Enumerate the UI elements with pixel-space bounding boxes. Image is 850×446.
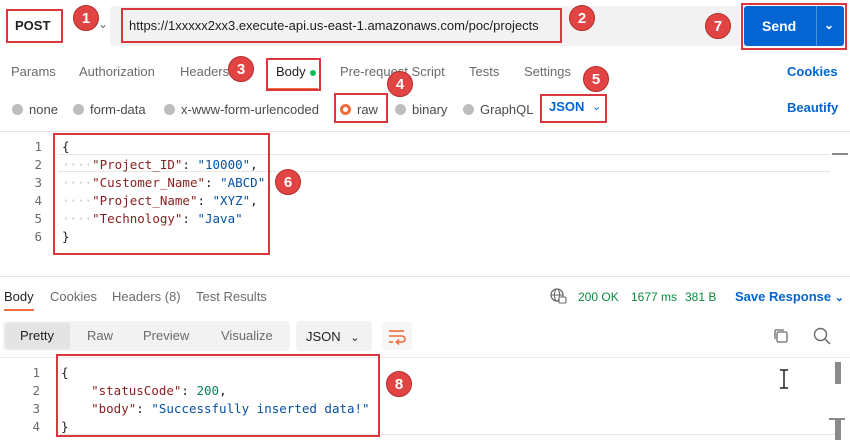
- chevron-down-icon[interactable]: ⌄: [98, 17, 108, 31]
- editor-border: [0, 276, 850, 277]
- annotation-badge: 6: [275, 169, 301, 195]
- radio-x-www-form-urlencoded[interactable]: x-www-form-urlencoded: [164, 100, 319, 118]
- chevron-down-icon: ⌄: [834, 292, 844, 304]
- line-number: 5: [34, 211, 42, 226]
- search-icon[interactable]: [812, 326, 832, 349]
- radio-label: form-data: [90, 101, 146, 117]
- highlight-json: [540, 94, 607, 123]
- line-number: 1: [32, 365, 40, 380]
- wrap-lines-icon: [389, 330, 406, 346]
- radio-circle: [12, 103, 23, 115]
- text-cursor-icon: [777, 369, 791, 392]
- line-number: 2: [34, 157, 42, 172]
- response-format-select[interactable]: JSON ⌄: [296, 321, 372, 351]
- tab-authorization[interactable]: Authorization: [79, 64, 155, 79]
- line-number: 4: [32, 419, 40, 434]
- line-number: 3: [32, 401, 40, 416]
- annotation-badge: 2: [569, 5, 595, 31]
- view-preview[interactable]: Preview: [143, 328, 189, 343]
- view-visualize[interactable]: Visualize: [221, 328, 273, 343]
- response-tab-test-results[interactable]: Test Results: [196, 289, 267, 304]
- annotation-badge: 8: [386, 371, 412, 397]
- annotation-badge: 7: [705, 13, 731, 39]
- line-number: 2: [32, 383, 40, 398]
- view-raw[interactable]: Raw: [87, 328, 113, 343]
- radio-label: GraphQL: [480, 101, 534, 117]
- highlight-response-body: [56, 354, 380, 437]
- annotation-badge: 5: [583, 66, 609, 92]
- radio-label: x-www-form-urlencoded: [181, 101, 319, 117]
- response-time[interactable]: 1677 ms: [631, 290, 677, 304]
- line-number: 4: [34, 193, 42, 208]
- wrap-lines-button[interactable]: [382, 322, 412, 350]
- annotation-badge: 3: [228, 56, 254, 82]
- globe-icon[interactable]: [549, 287, 567, 308]
- tab-settings[interactable]: Settings: [524, 64, 571, 79]
- editor-border: [0, 131, 850, 132]
- radio-graphql[interactable]: GraphQL: [463, 100, 533, 118]
- radio-circle: [164, 103, 175, 115]
- radio-label: none: [29, 101, 58, 117]
- active-tab-indicator: [4, 309, 34, 311]
- annotation-badge: 4: [387, 71, 413, 97]
- response-format-label: JSON: [306, 329, 341, 344]
- radio-circle: [395, 103, 406, 115]
- highlight-method: [6, 9, 63, 43]
- copy-icon[interactable]: [772, 327, 790, 348]
- line-number: 6: [34, 229, 42, 244]
- highlight-url: [121, 8, 562, 43]
- tab-params[interactable]: Params: [11, 64, 56, 79]
- save-response-label: Save Response: [735, 289, 832, 304]
- view-pretty[interactable]: Pretty: [20, 328, 54, 343]
- response-size[interactable]: 381 B: [685, 290, 716, 304]
- radio-binary[interactable]: binary: [395, 100, 447, 118]
- tab-headers[interactable]: Headers: [180, 64, 229, 79]
- tab-tests[interactable]: Tests: [469, 64, 499, 79]
- highlight-request-body: [53, 133, 270, 255]
- radio-circle: [463, 103, 474, 115]
- radio-label: binary: [412, 101, 448, 117]
- beautify-link[interactable]: Beautify: [787, 100, 838, 115]
- editor-scrollbar[interactable]: [832, 153, 848, 155]
- response-tab-body[interactable]: Body: [4, 289, 34, 304]
- radio-none[interactable]: none: [12, 100, 58, 118]
- save-response-button[interactable]: Save Response ⌄: [735, 289, 844, 304]
- response-tab-cookies[interactable]: Cookies: [50, 289, 97, 304]
- response-scrollbar[interactable]: [835, 362, 841, 384]
- status-code[interactable]: 200 OK: [578, 290, 619, 304]
- response-tab-headers[interactable]: Headers (8): [112, 289, 181, 304]
- highlight-send: [741, 3, 847, 50]
- line-number: 3: [34, 175, 42, 190]
- chevron-down-icon: ⌄: [350, 332, 360, 344]
- highlight-body-tab: [266, 58, 321, 91]
- radio-circle: [73, 103, 84, 115]
- line-number: 1: [34, 139, 42, 154]
- response-scroll-thumb[interactable]: [835, 418, 841, 440]
- radio-form-data[interactable]: form-data: [73, 100, 146, 118]
- highlight-raw: [334, 93, 388, 123]
- cookies-link[interactable]: Cookies: [787, 64, 838, 79]
- annotation-badge: 1: [73, 5, 99, 31]
